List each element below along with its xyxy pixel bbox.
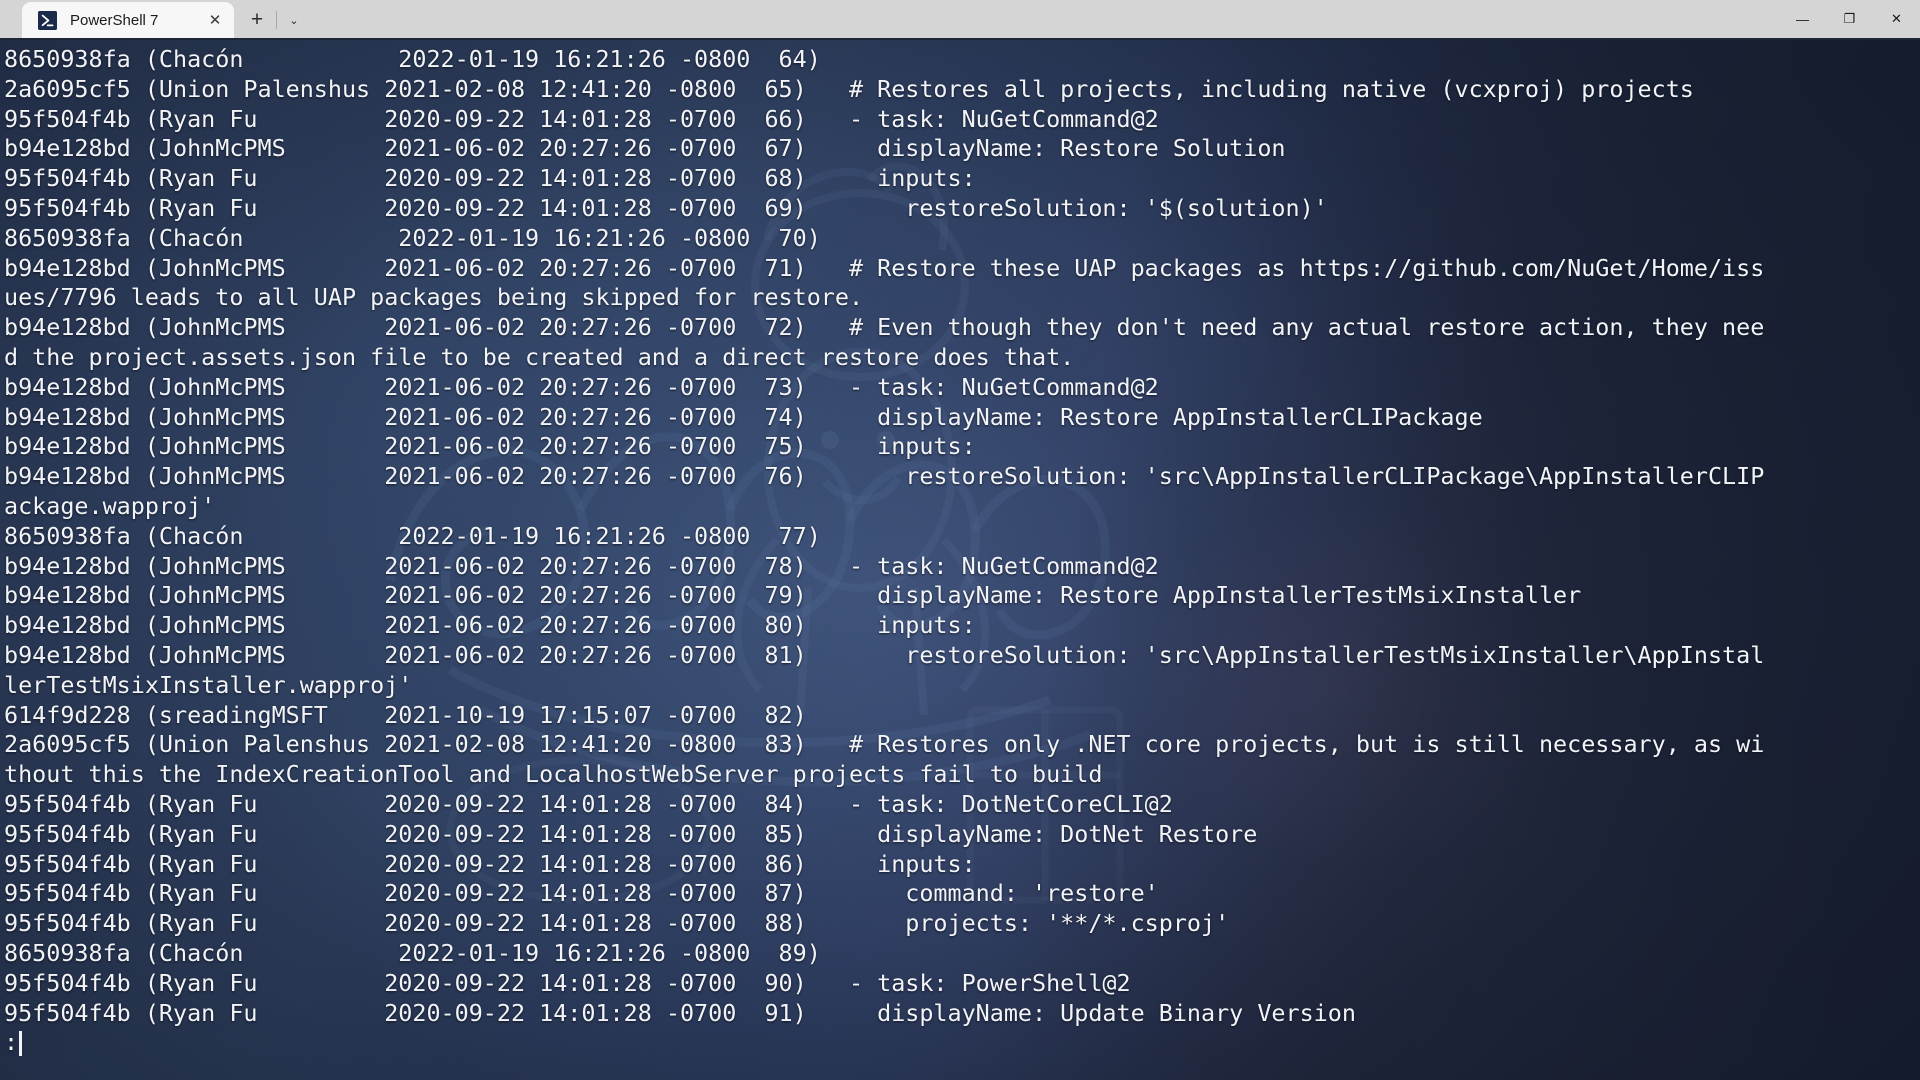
terminal-line: 95f504f4b (Ryan Fu 2020-09-22 14:01:28 -… [4, 879, 1159, 908]
terminal-line: lerTestMsixInstaller.wapproj' [4, 670, 413, 699]
terminal-line: 95f504f4b (Ryan Fu 2020-09-22 14:01:28 -… [4, 998, 1356, 1027]
terminal-surface[interactable]: 8650938fa (Chacón 2022-01-19 16:21:26 -0… [0, 40, 1920, 1080]
terminal-line: b94e128bd (JohnMcPMS 2021-06-02 20:27:26… [4, 372, 1159, 401]
window-controls: — ❐ ✕ [1779, 0, 1920, 38]
terminal-line: ues/7796 leads to all UAP packages being… [4, 283, 864, 312]
tab-powershell-7[interactable]: PowerShell 7 ✕ [22, 2, 234, 38]
terminal-line: 95f504f4b (Ryan Fu 2020-09-22 14:01:28 -… [4, 909, 1230, 938]
terminal-line: d the project.assets.json file to be cre… [4, 342, 1075, 371]
terminal-line: b94e128bd (JohnMcPMS 2021-06-02 20:27:26… [4, 462, 1765, 491]
pager-prompt-char: : [4, 1028, 19, 1057]
terminal-line: ackage.wapproj' [4, 491, 216, 520]
window-titlebar: PowerShell 7 ✕ + ⌄ — ❐ ✕ [0, 0, 1920, 40]
text-cursor [19, 1030, 22, 1056]
terminal-line: b94e128bd (JohnMcPMS 2021-06-02 20:27:26… [4, 134, 1286, 163]
terminal-line: b94e128bd (JohnMcPMS 2021-06-02 20:27:26… [4, 611, 976, 640]
terminal-line: 614f9d228 (sreadingMSFT 2021-10-19 17:15… [4, 700, 807, 729]
terminal-line: 95f504f4b (Ryan Fu 2020-09-22 14:01:28 -… [4, 968, 1131, 997]
terminal-line: 8650938fa (Chacón 2022-01-19 16:21:26 -0… [4, 521, 821, 550]
terminal-line: thout this the IndexCreationTool and Loc… [4, 760, 1103, 789]
terminal-line: b94e128bd (JohnMcPMS 2021-06-02 20:27:26… [4, 313, 1765, 342]
terminal-line: 95f504f4b (Ryan Fu 2020-09-22 14:01:28 -… [4, 164, 976, 193]
chevron-down-icon[interactable]: ⌄ [279, 2, 309, 38]
maximize-button[interactable]: ❐ [1826, 0, 1873, 38]
terminal-line: 2a6095cf5 (Union Palenshus 2021-02-08 12… [4, 74, 1694, 103]
terminal-line: b94e128bd (JohnMcPMS 2021-06-02 20:27:26… [4, 551, 1159, 580]
minimize-button[interactable]: — [1779, 0, 1826, 38]
terminal-line: 95f504f4b (Ryan Fu 2020-09-22 14:01:28 -… [4, 819, 1258, 848]
terminal-line: 8650938fa (Chacón 2022-01-19 16:21:26 -0… [4, 45, 821, 73]
pager-prompt[interactable]: : [4, 1028, 1920, 1058]
terminal-line: b94e128bd (JohnMcPMS 2021-06-02 20:27:26… [4, 432, 976, 461]
terminal-line: b94e128bd (JohnMcPMS 2021-06-02 20:27:26… [4, 402, 1483, 431]
terminal-line: b94e128bd (JohnMcPMS 2021-06-02 20:27:26… [4, 581, 1582, 610]
git-blame-output: 8650938fa (Chacón 2022-01-19 16:21:26 -0… [4, 45, 1920, 1028]
terminal-output[interactable]: 8650938fa (Chacón 2022-01-19 16:21:26 -0… [0, 40, 1920, 1080]
close-button[interactable]: ✕ [1873, 0, 1920, 38]
terminal-line: 8650938fa (Chacón 2022-01-19 16:21:26 -0… [4, 938, 821, 967]
terminal-line: 2a6095cf5 (Union Palenshus 2021-02-08 12… [4, 730, 1765, 759]
tab-close-icon[interactable]: ✕ [202, 7, 228, 33]
tab-title: PowerShell 7 [70, 11, 159, 29]
terminal-line: 95f504f4b (Ryan Fu 2020-09-22 14:01:28 -… [4, 849, 976, 878]
terminal-line: 95f504f4b (Ryan Fu 2020-09-22 14:01:28 -… [4, 104, 1159, 133]
new-tab-button[interactable]: + [240, 2, 274, 38]
terminal-line: 8650938fa (Chacón 2022-01-19 16:21:26 -0… [4, 223, 821, 252]
powershell-icon [38, 10, 57, 30]
terminal-line: 95f504f4b (Ryan Fu 2020-09-22 14:01:28 -… [4, 789, 1173, 818]
terminal-line: b94e128bd (JohnMcPMS 2021-06-02 20:27:26… [4, 253, 1765, 282]
terminal-line: 95f504f4b (Ryan Fu 2020-09-22 14:01:28 -… [4, 193, 1328, 222]
tabbar-divider [276, 11, 277, 29]
terminal-line: b94e128bd (JohnMcPMS 2021-06-02 20:27:26… [4, 640, 1765, 669]
